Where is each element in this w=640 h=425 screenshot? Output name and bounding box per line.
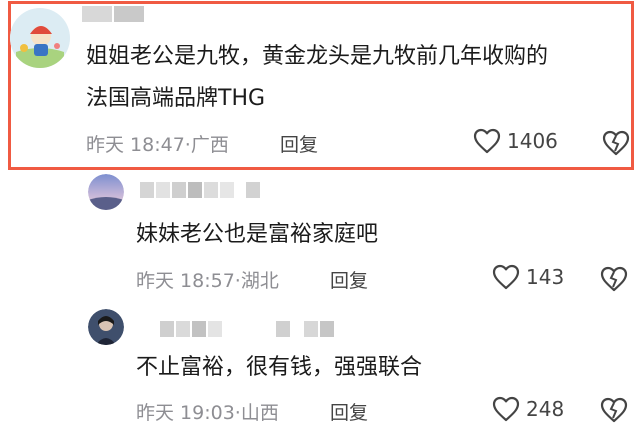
comment-item-3: 不止富裕，很有钱，强强联合 昨天 19:03·山西 回复 248 xyxy=(0,305,640,425)
comment-location: 广西 xyxy=(190,134,229,156)
comment-text-line-1: 姐姐老公是九牧，黄金龙头是九牧前几年收购的 xyxy=(86,44,549,69)
broken-heart-icon xyxy=(602,130,630,156)
avatar[interactable] xyxy=(88,174,124,210)
comment-location: 湖北 xyxy=(240,270,279,292)
like-button[interactable]: 1406 xyxy=(473,128,558,154)
username-redacted xyxy=(82,6,144,22)
broken-heart-icon xyxy=(600,397,628,423)
reply-button[interactable]: 回复 xyxy=(280,130,318,157)
like-count: 1406 xyxy=(507,129,558,153)
comment-time: 昨天 18:47 xyxy=(86,134,185,156)
dislike-button[interactable] xyxy=(600,397,628,423)
comment-item-2: 妹妹老公也是富裕家庭吧 昨天 18:57·湖北 回复 143 xyxy=(0,170,640,305)
like-button[interactable]: 248 xyxy=(492,396,564,422)
username-redacted xyxy=(140,182,260,198)
avatar[interactable] xyxy=(88,309,124,345)
comment-meta: 昨天 19:03·山西 xyxy=(136,398,279,425)
like-count: 143 xyxy=(526,265,565,289)
dislike-button[interactable] xyxy=(602,130,630,156)
comment-meta: 昨天 18:47·广西 xyxy=(86,130,229,157)
comment-meta: 昨天 18:57·湖北 xyxy=(136,266,279,293)
heart-outline-icon xyxy=(473,128,501,154)
comment-location: 山西 xyxy=(240,402,279,424)
dislike-button[interactable] xyxy=(600,266,628,292)
comment-text: 不止富裕，很有钱，强强联合 xyxy=(136,355,423,380)
reply-button[interactable]: 回复 xyxy=(330,266,368,293)
comment-text-line-2: 法国高端品牌THG xyxy=(86,86,266,111)
like-button[interactable]: 143 xyxy=(492,264,564,290)
heart-outline-icon xyxy=(492,264,520,290)
comment-item-1: 姐姐老公是九牧，黄金龙头是九牧前几年收购的 法国高端品牌THG 昨天 18:47… xyxy=(0,0,640,170)
broken-heart-icon xyxy=(600,266,628,292)
like-count: 248 xyxy=(526,397,565,421)
username-redacted xyxy=(160,321,334,337)
comment-text: 妹妹老公也是富裕家庭吧 xyxy=(136,222,379,247)
heart-outline-icon xyxy=(492,396,520,422)
comment-time: 昨天 19:03 xyxy=(136,402,235,424)
avatar[interactable] xyxy=(10,8,70,68)
reply-button[interactable]: 回复 xyxy=(330,398,368,425)
comment-time: 昨天 18:57 xyxy=(136,270,235,292)
